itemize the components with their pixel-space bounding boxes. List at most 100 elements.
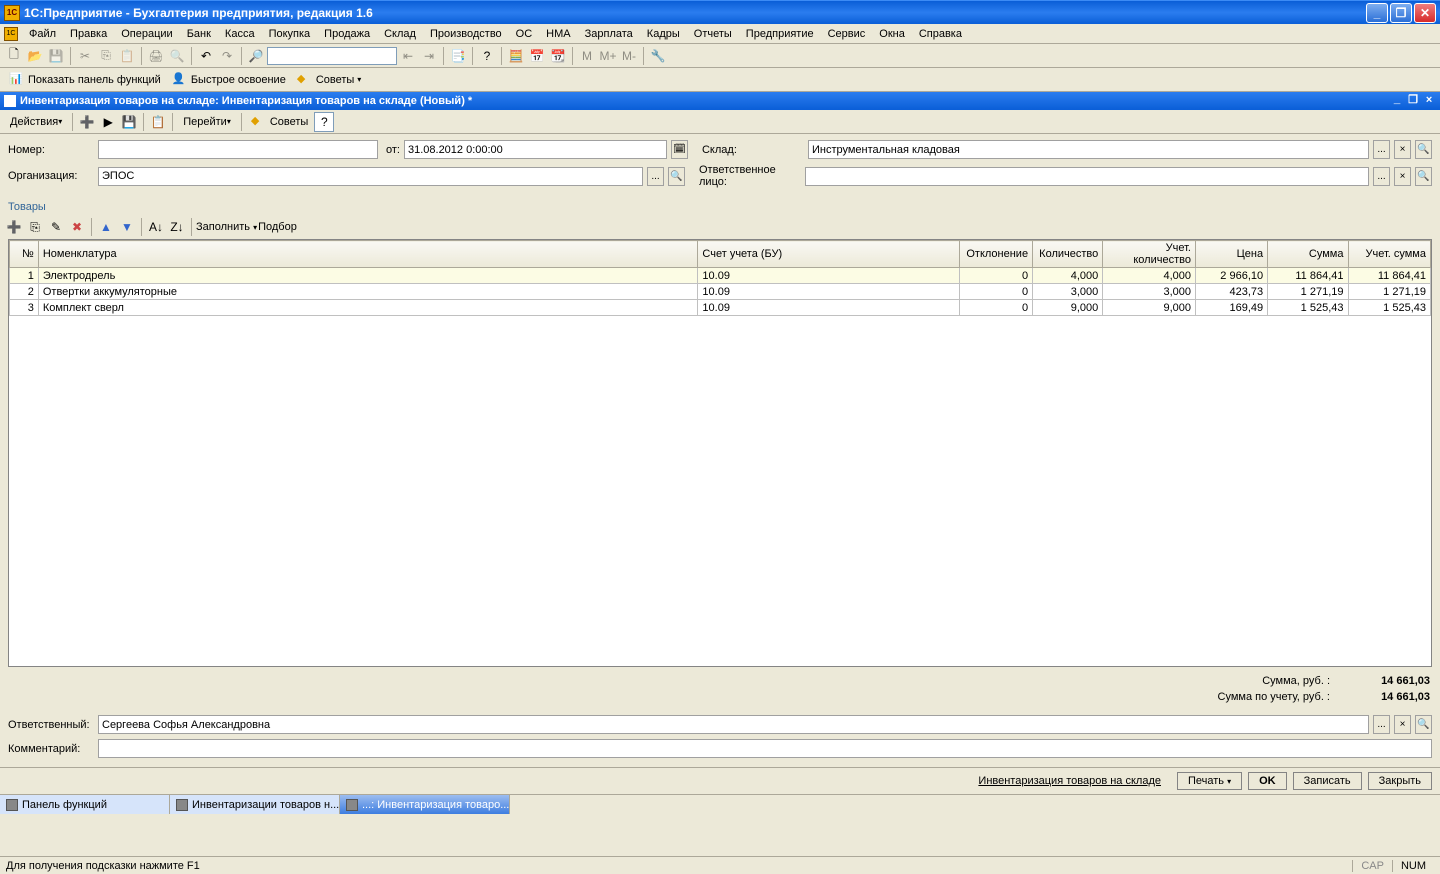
- cell-acc-sum[interactable]: 11 864,41: [1348, 268, 1431, 284]
- col-account[interactable]: Счет учета (БУ): [698, 241, 960, 268]
- m-plus-icon[interactable]: M+: [598, 46, 618, 66]
- menu-stock[interactable]: Склад: [377, 26, 423, 42]
- table-row[interactable]: 1Электродрель10.0904,0004,0002 966,1011 …: [10, 268, 1431, 284]
- number-field[interactable]: [98, 140, 378, 159]
- cell-price[interactable]: 423,73: [1195, 284, 1267, 300]
- cell-deviation[interactable]: 0: [960, 268, 1033, 284]
- actions-dropdown[interactable]: Действия: [4, 113, 68, 131]
- sort-asc-icon[interactable]: A↓: [146, 217, 166, 237]
- new-icon[interactable]: 🗋: [4, 46, 24, 66]
- save-doc-icon[interactable]: 💾: [119, 112, 139, 132]
- cell-n[interactable]: 3: [10, 300, 39, 316]
- responsible-open-button[interactable]: 🔍: [1415, 715, 1432, 734]
- close-button[interactable]: ✕: [1414, 3, 1436, 23]
- m-minus-icon[interactable]: M-: [619, 46, 639, 66]
- save-icon[interactable]: 💾: [46, 46, 66, 66]
- calendar-icon[interactable]: 📅: [527, 46, 547, 66]
- org-open-button[interactable]: 🔍: [668, 167, 685, 186]
- find-icon[interactable]: 🔎: [246, 46, 266, 66]
- minimize-button[interactable]: _: [1366, 3, 1388, 23]
- menu-production[interactable]: Производство: [423, 26, 509, 42]
- cell-qty[interactable]: 3,000: [1033, 284, 1103, 300]
- doc-restore-button[interactable]: ❐: [1406, 94, 1420, 108]
- col-sum[interactable]: Сумма: [1268, 241, 1348, 268]
- window-tab-inventory[interactable]: ...: Инвентаризация товаро...: [340, 795, 510, 814]
- menu-bank[interactable]: Банк: [180, 26, 218, 42]
- menu-sale[interactable]: Продажа: [317, 26, 377, 42]
- warehouse-clear-button[interactable]: ×: [1394, 140, 1411, 159]
- quick-learn-button[interactable]: 👤 Быстрое освоение: [167, 70, 291, 90]
- warehouse-open-button[interactable]: 🔍: [1415, 140, 1432, 159]
- cell-account[interactable]: 10.09: [698, 300, 960, 316]
- row-delete-icon[interactable]: ✖: [67, 217, 87, 237]
- cell-sum[interactable]: 1 271,19: [1268, 284, 1348, 300]
- cell-acc-qty[interactable]: 9,000: [1103, 300, 1196, 316]
- doc-tips-button[interactable]: ◆ Советы: [246, 112, 313, 132]
- find-prev-icon[interactable]: ⇤: [398, 46, 418, 66]
- menu-purchase[interactable]: Покупка: [262, 26, 318, 42]
- menu-windows[interactable]: Окна: [872, 26, 912, 42]
- doc-close-button[interactable]: ×: [1422, 94, 1436, 108]
- menu-os[interactable]: ОС: [509, 26, 540, 42]
- window-tab-inventories[interactable]: Инвентаризации товаров н...: [170, 795, 340, 814]
- select-button[interactable]: Подбор: [258, 221, 297, 233]
- menu-nma[interactable]: НМА: [539, 26, 577, 42]
- cell-deviation[interactable]: 0: [960, 284, 1033, 300]
- cell-deviation[interactable]: 0: [960, 300, 1033, 316]
- calc-icon[interactable]: 🧮: [506, 46, 526, 66]
- help-doc-icon[interactable]: ?: [314, 112, 334, 132]
- maximize-button[interactable]: ❐: [1390, 3, 1412, 23]
- resp-select-button[interactable]: ...: [1373, 167, 1390, 186]
- menu-help[interactable]: Справка: [912, 26, 969, 42]
- save-button[interactable]: Записать: [1293, 772, 1362, 790]
- settings-icon[interactable]: 🔧: [648, 46, 668, 66]
- structure-icon[interactable]: 📋: [148, 112, 168, 132]
- comment-field[interactable]: [98, 739, 1432, 758]
- cut-icon[interactable]: ✂: [75, 46, 95, 66]
- copy-icon[interactable]: ⎘: [96, 46, 116, 66]
- fill-dropdown[interactable]: Заполнить: [196, 221, 257, 233]
- menu-service[interactable]: Сервис: [821, 26, 873, 42]
- paste-icon[interactable]: 📋: [117, 46, 137, 66]
- col-price[interactable]: Цена: [1195, 241, 1267, 268]
- table-row[interactable]: 2Отвертки аккумуляторные10.0903,0003,000…: [10, 284, 1431, 300]
- cell-acc-sum[interactable]: 1 271,19: [1348, 284, 1431, 300]
- resp-clear-button[interactable]: ×: [1394, 167, 1411, 186]
- cell-acc-sum[interactable]: 1 525,43: [1348, 300, 1431, 316]
- find-next-icon[interactable]: ⇥: [419, 46, 439, 66]
- row-add-icon[interactable]: ➕: [4, 217, 24, 237]
- col-acc-qty[interactable]: Учет. количество: [1103, 241, 1196, 268]
- date-icon[interactable]: 📆: [548, 46, 568, 66]
- resp-person-field[interactable]: [805, 167, 1369, 186]
- responsible-clear-button[interactable]: ×: [1394, 715, 1411, 734]
- goods-table[interactable]: № Номенклатура Счет учета (БУ) Отклонени…: [8, 239, 1432, 667]
- close-doc-button[interactable]: Закрыть: [1368, 772, 1432, 790]
- ok-button[interactable]: OK: [1248, 772, 1287, 790]
- org-select-button[interactable]: ...: [647, 167, 664, 186]
- preview-icon[interactable]: 🔍: [167, 46, 187, 66]
- cell-nomenclature[interactable]: Отвертки аккумуляторные: [38, 284, 698, 300]
- menu-reports[interactable]: Отчеты: [687, 26, 739, 42]
- cell-n[interactable]: 1: [10, 268, 39, 284]
- cell-account[interactable]: 10.09: [698, 268, 960, 284]
- col-nomenclature[interactable]: Номенклатура: [38, 241, 698, 268]
- row-copy-icon[interactable]: ⎘: [25, 217, 45, 237]
- cell-qty[interactable]: 4,000: [1033, 268, 1103, 284]
- sort-desc-icon[interactable]: Z↓: [167, 217, 187, 237]
- cell-n[interactable]: 2: [10, 284, 39, 300]
- calendar-picker-button[interactable]: 🗓: [671, 140, 688, 159]
- warehouse-select-button[interactable]: ...: [1373, 140, 1390, 159]
- show-panel-button[interactable]: 📊 Показать панель функций: [4, 70, 166, 90]
- footer-info-link[interactable]: Инвентаризация товаров на складе: [8, 775, 1171, 787]
- menu-hr[interactable]: Кадры: [640, 26, 687, 42]
- date-field[interactable]: 31.08.2012 0:00:00: [404, 140, 667, 159]
- goto-dropdown[interactable]: Перейти: [177, 113, 237, 131]
- cell-price[interactable]: 169,49: [1195, 300, 1267, 316]
- cell-qty[interactable]: 9,000: [1033, 300, 1103, 316]
- table-row[interactable]: 3Комплект сверл10.0909,0009,000169,491 5…: [10, 300, 1431, 316]
- col-qty[interactable]: Количество: [1033, 241, 1103, 268]
- cell-account[interactable]: 10.09: [698, 284, 960, 300]
- menu-edit[interactable]: Правка: [63, 26, 114, 42]
- cell-acc-qty[interactable]: 3,000: [1103, 284, 1196, 300]
- menu-file[interactable]: Файл: [22, 26, 63, 42]
